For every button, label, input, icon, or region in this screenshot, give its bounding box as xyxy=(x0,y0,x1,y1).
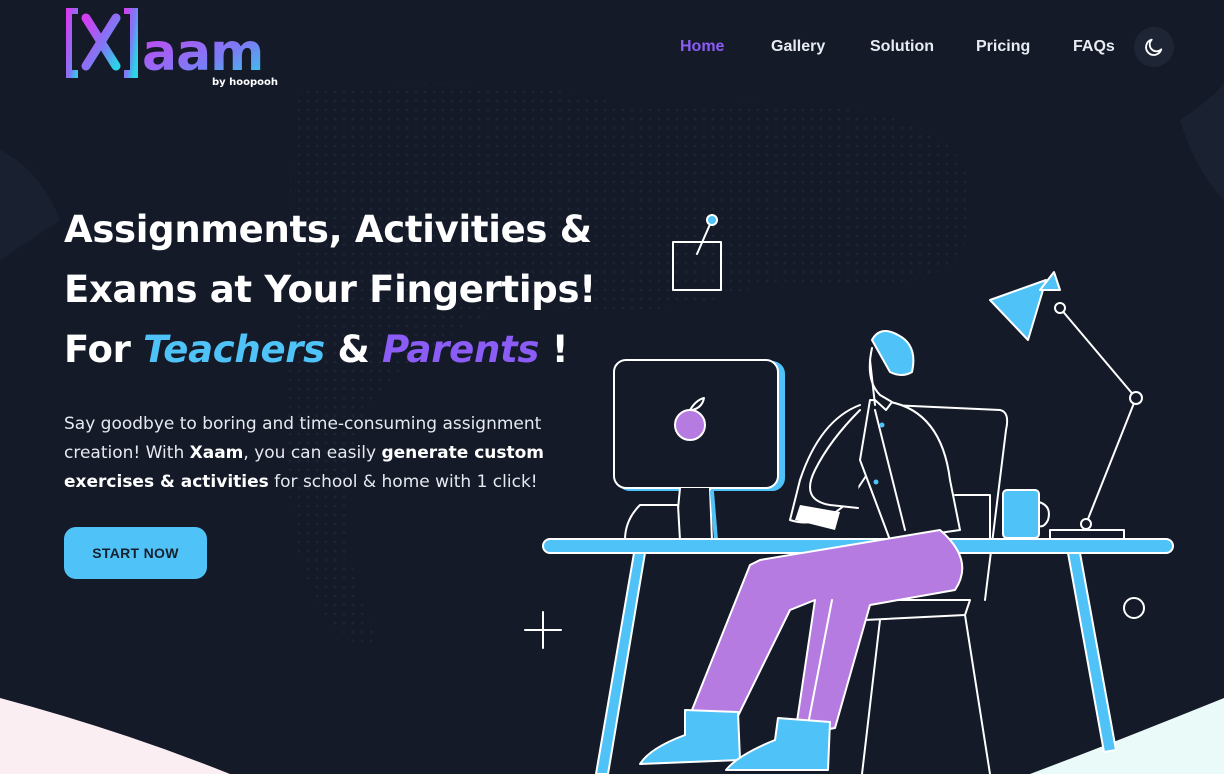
nav-home[interactable]: Home xyxy=(680,38,724,56)
nav-faqs[interactable]: FAQs xyxy=(1073,38,1115,56)
logo-graphic: aam by hoopooh xyxy=(64,6,278,88)
logo-sub: by hoopooh xyxy=(212,77,278,88)
nav-pricing[interactable]: Pricing xyxy=(976,38,1030,56)
xaam-logo[interactable]: aam by hoopooh xyxy=(64,6,282,90)
frame-pin xyxy=(696,221,712,255)
desc-brand: Xaam xyxy=(189,443,244,463)
desc-part2: , you can easily xyxy=(243,443,382,463)
bottom-left-wave xyxy=(0,698,230,774)
hero-for: For xyxy=(64,328,131,371)
desc-part3: for school & home with 1 click! xyxy=(268,472,538,492)
hero-teachers: Teachers xyxy=(143,328,325,371)
coffee-mug xyxy=(1002,489,1050,539)
apple-logo-icon xyxy=(674,409,706,441)
hero-amp: & xyxy=(337,328,370,371)
teacher-desk-illustration xyxy=(524,214,1174,774)
logo-text: aam xyxy=(142,23,263,83)
nav-solution[interactable]: Solution xyxy=(870,38,934,56)
circle-decoration xyxy=(1123,597,1145,619)
nav-gallery[interactable]: Gallery xyxy=(771,38,825,56)
start-now-button[interactable]: START NOW xyxy=(64,527,207,579)
theme-toggle-button[interactable] xyxy=(1134,27,1174,67)
wall-frame xyxy=(672,241,722,291)
shoe xyxy=(639,709,741,765)
hero-description: Say goodbye to boring and time-consuming… xyxy=(64,410,564,497)
moon-icon xyxy=(1145,38,1163,56)
